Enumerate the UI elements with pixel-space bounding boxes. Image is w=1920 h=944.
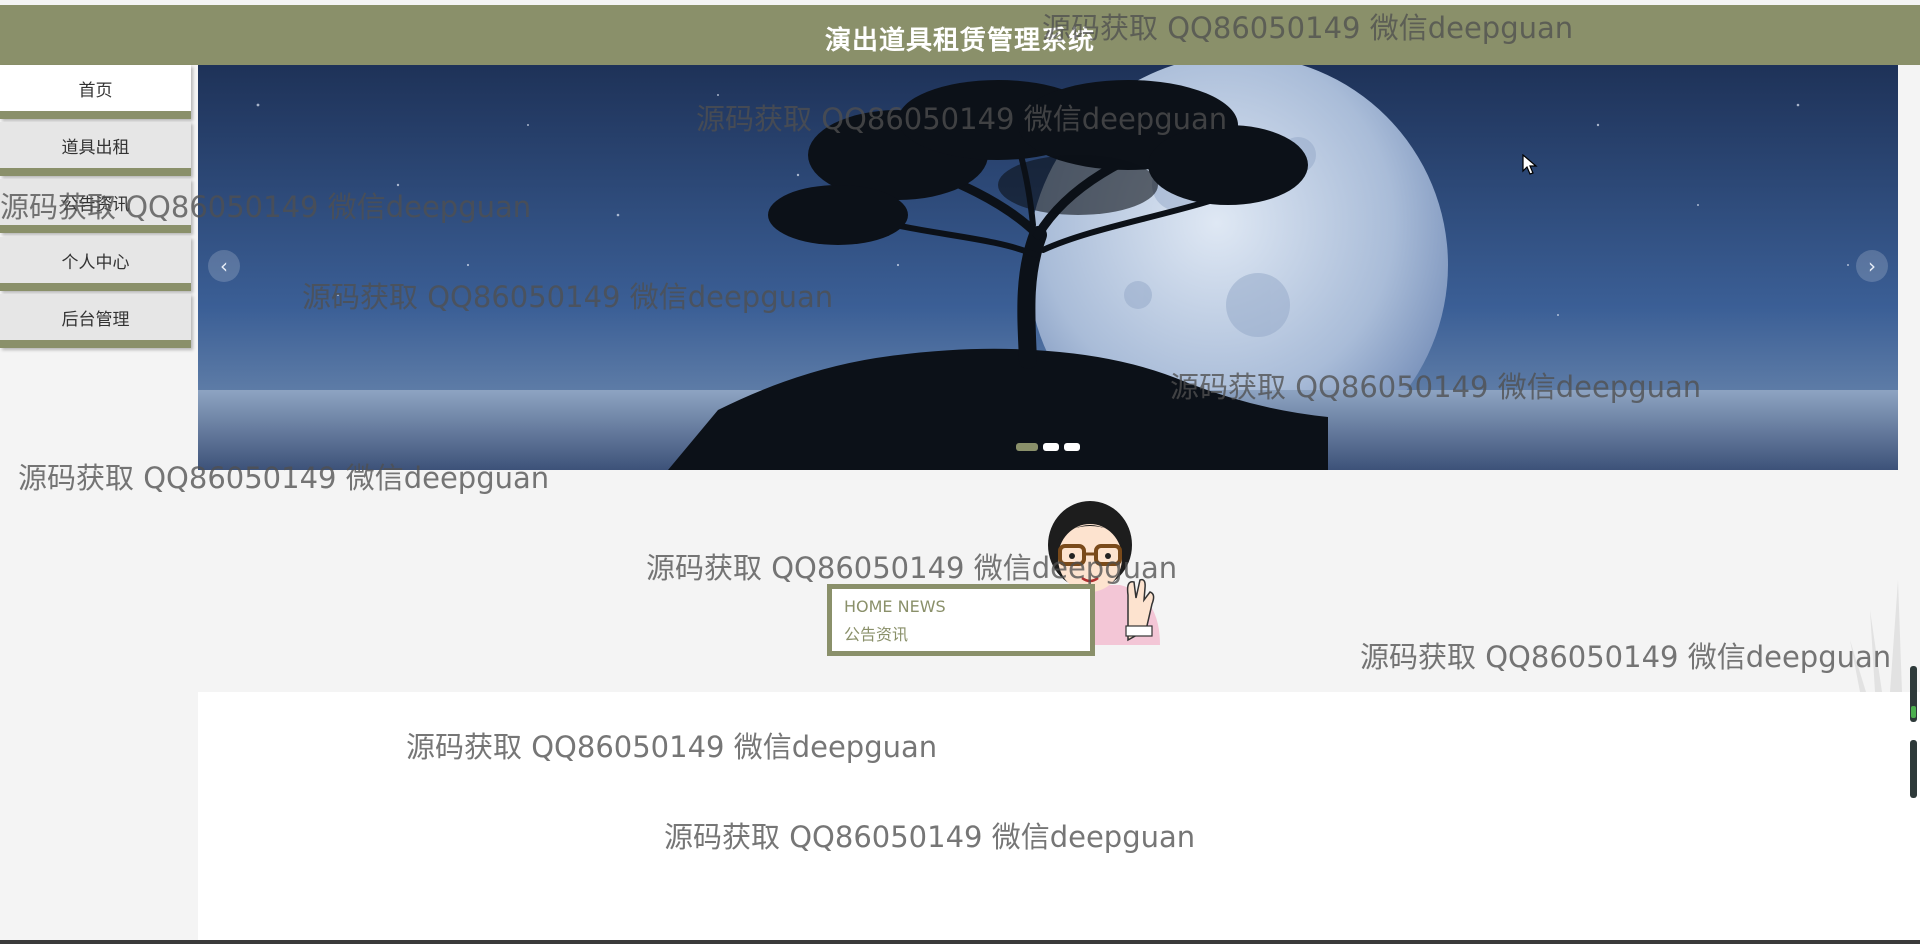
sidebar-item-announcements[interactable]: 公告资讯 xyxy=(0,179,191,233)
carousel-indicators xyxy=(1016,443,1080,451)
news-title-en: HOME NEWS xyxy=(844,597,946,616)
site-title: 演出道具租赁管理系统 xyxy=(824,25,1095,56)
scroll-widget-top[interactable] xyxy=(1910,666,1917,722)
grass-decoration xyxy=(1850,580,1902,692)
banner-image xyxy=(198,65,1898,470)
sidebar-item-prop-rental[interactable]: 道具出租 xyxy=(0,122,191,176)
sidebar-item-admin[interactable]: 后台管理 xyxy=(0,294,191,348)
bottom-border xyxy=(0,940,1920,944)
chevron-right-icon: › xyxy=(1868,254,1876,278)
chevron-left-icon: ‹ xyxy=(220,254,228,278)
carousel-next-button[interactable]: › xyxy=(1856,250,1888,282)
carousel-dot-3[interactable] xyxy=(1064,443,1080,451)
sidebar-item-label: 公告资讯 xyxy=(61,194,130,215)
sidebar-item-label: 后台管理 xyxy=(61,309,130,330)
carousel-dot-1[interactable] xyxy=(1016,443,1038,451)
news-title-cn: 公告资讯 xyxy=(844,625,909,644)
top-header-bar: 演出道具租赁管理系统 xyxy=(0,5,1920,65)
mouse-cursor-icon xyxy=(1522,154,1538,175)
sidebar-item-label: 个人中心 xyxy=(61,252,130,273)
carousel-prev-button[interactable]: ‹ xyxy=(208,250,240,282)
sidebar-item-label: 首页 xyxy=(78,80,113,101)
news-heading-box: HOME NEWS 公告资讯 xyxy=(827,584,1095,656)
sidebar-item-home[interactable]: 首页 xyxy=(0,65,191,119)
news-content-panel xyxy=(198,692,1920,940)
sidebar-item-label: 道具出租 xyxy=(61,137,130,158)
banner-carousel[interactable]: ‹ › xyxy=(198,65,1898,470)
sidebar-item-personal-center[interactable]: 个人中心 xyxy=(0,237,191,291)
scroll-widget-bottom[interactable] xyxy=(1910,740,1917,798)
carousel-dot-2[interactable] xyxy=(1043,443,1059,451)
sidebar-nav: 首页 道具出租 公告资讯 个人中心 后台管理 xyxy=(0,65,196,944)
